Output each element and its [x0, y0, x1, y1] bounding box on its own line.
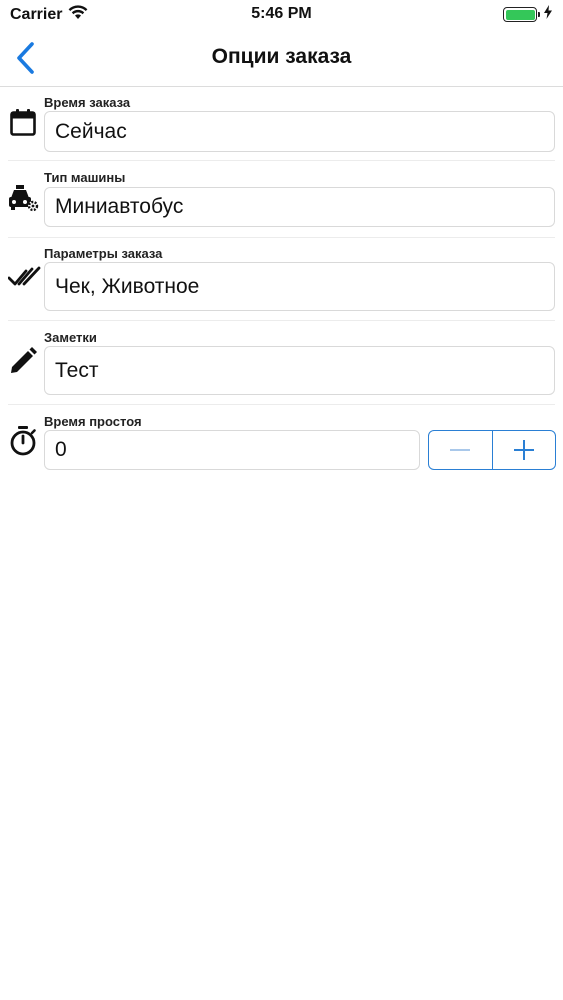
order-params-field[interactable]: Чек, Животное [44, 262, 555, 311]
page-title: Опции заказа [211, 45, 352, 68]
notes-field[interactable]: Тест [44, 346, 555, 395]
battery-icon [503, 7, 540, 22]
divider [8, 404, 555, 405]
taxi-settings-icon [8, 183, 39, 213]
status-bar: Carrier 5:46 PM [0, 0, 563, 30]
increment-button[interactable] [491, 431, 556, 469]
charging-bolt-icon [543, 5, 553, 24]
order-time-field[interactable]: Сейчас [44, 111, 555, 152]
order-time-label: Время заказа [44, 95, 131, 110]
status-time: 5:46 PM [251, 5, 312, 22]
status-right [503, 5, 553, 24]
idle-time-stepper [428, 430, 556, 470]
divider [8, 237, 555, 238]
notes-label: Заметки [44, 330, 97, 345]
idle-time-label: Время простоя [44, 414, 142, 429]
order-params-label: Параметры заказа [44, 246, 163, 261]
double-check-icon [7, 262, 42, 292]
car-type-field[interactable]: Миниавтобус [44, 187, 555, 227]
plus-icon [513, 440, 534, 460]
calendar-icon [8, 107, 38, 137]
car-type-label: Тип машины [44, 170, 126, 185]
idle-time-field[interactable]: 0 [44, 430, 420, 470]
divider [8, 160, 555, 161]
navigation-bar: Опции заказа [0, 30, 563, 87]
divider [8, 320, 555, 321]
decrement-button[interactable] [429, 431, 492, 469]
stopwatch-icon [8, 425, 38, 456]
pencil-icon [8, 346, 38, 376]
minus-icon [450, 449, 471, 451]
